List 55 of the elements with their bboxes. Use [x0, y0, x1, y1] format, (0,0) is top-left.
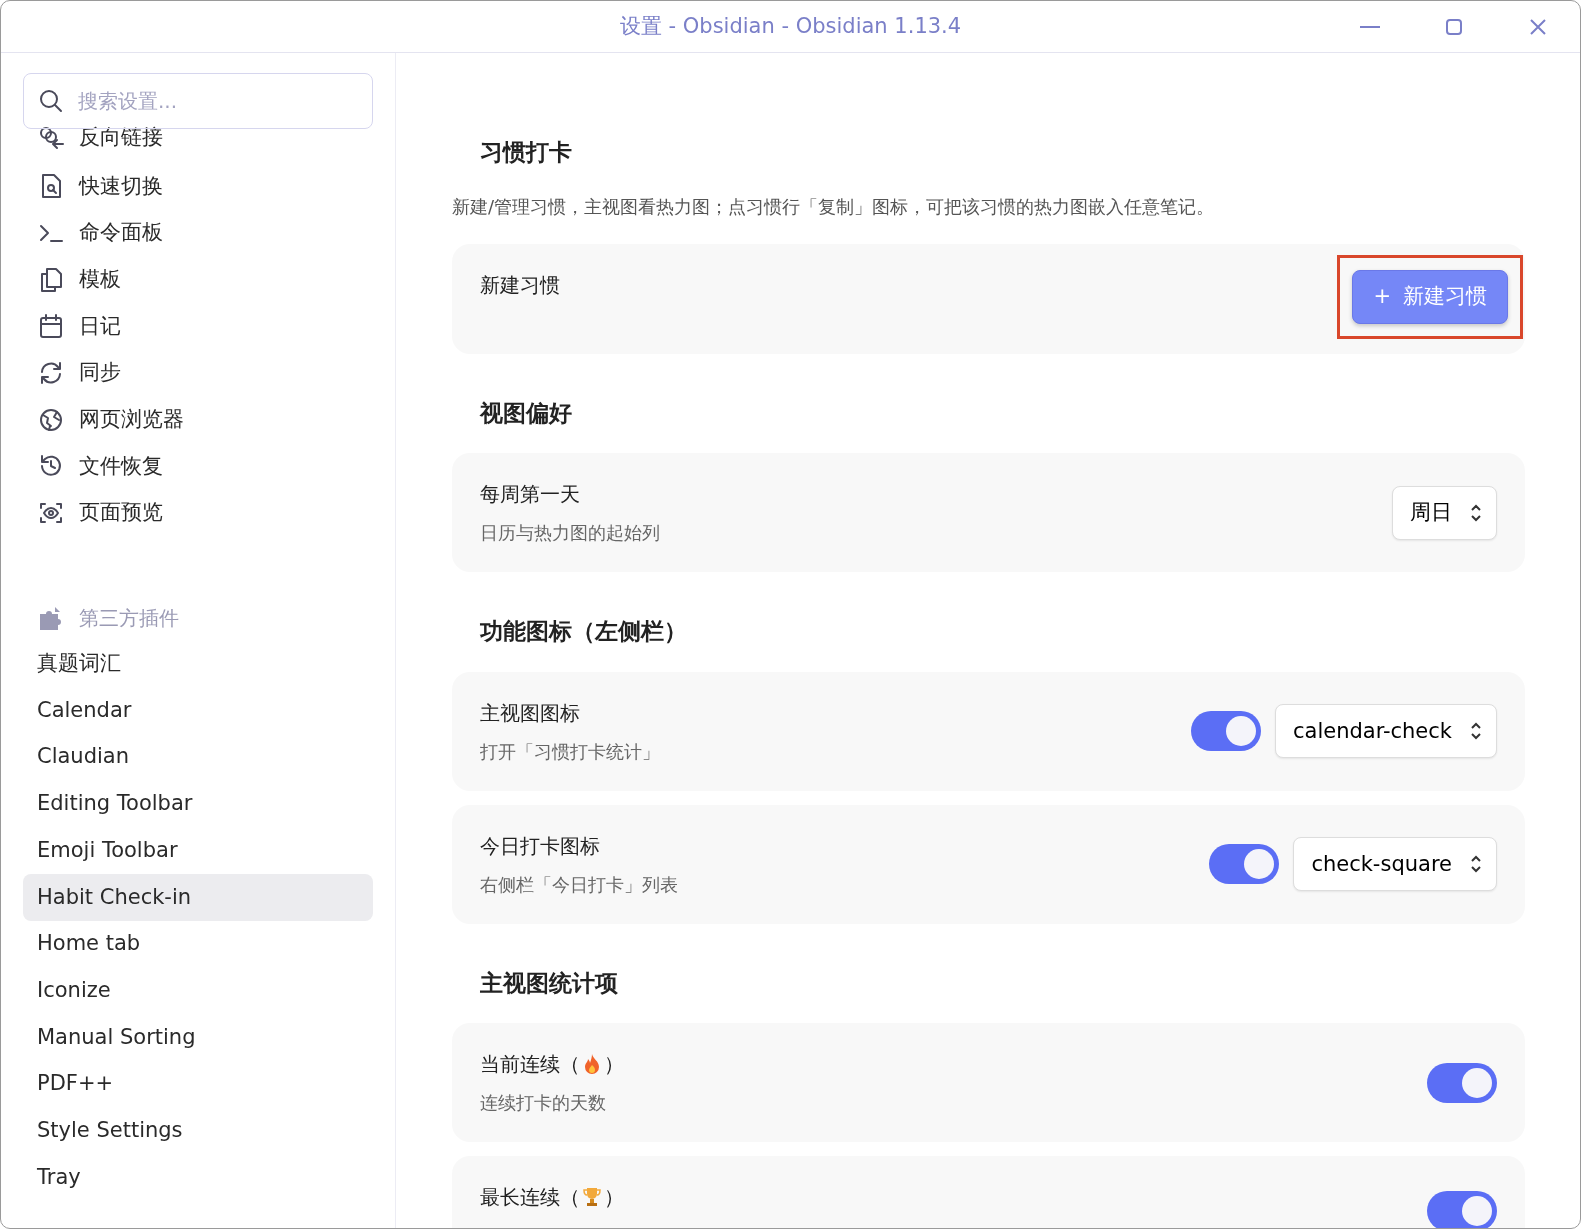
sidebar-item[interactable]: Habit Check-in: [23, 873, 373, 921]
sidebar-item[interactable]: 页面预览: [23, 489, 373, 537]
toggle-switch[interactable]: [1190, 711, 1261, 752]
section-heading: 主视图统计项: [479, 969, 619, 998]
setting-description: 日历与热力图的起始列: [480, 521, 661, 546]
setting-description: 连续打卡的天数: [480, 1091, 607, 1116]
setting-description: 打开「习惯打卡统计」: [480, 739, 661, 764]
sidebar-item[interactable]: Style Settings: [23, 1107, 373, 1155]
dropdown[interactable]: 周日: [1392, 485, 1497, 540]
section-heading: 视图偏好: [478, 399, 573, 428]
toggle-switch[interactable]: [1427, 1062, 1497, 1103]
section-label: 第三方插件: [79, 604, 179, 632]
dropdown[interactable]: calendar-check: [1274, 704, 1497, 759]
setting-name: 今日打卡图标: [480, 832, 601, 860]
setting-name: 新建习惯: [480, 271, 561, 299]
link-icon: [37, 124, 65, 152]
search-icon: [37, 87, 65, 115]
sidebar-item[interactable]: Editing Toolbar: [23, 780, 373, 828]
setting-name: 最长连续（ ）: [480, 1184, 625, 1212]
chevron-icon: [1470, 502, 1482, 523]
sidebar-item[interactable]: Emoji Toolbar: [23, 827, 373, 874]
sidebar-item[interactable]: Manual Sorting: [23, 1014, 373, 1061]
close-icon: [1529, 18, 1547, 36]
setting-description: 右侧栏「今日打卡」列表: [480, 872, 679, 897]
sidebar-item[interactable]: 日记: [23, 303, 373, 350]
dropdown[interactable]: check-square: [1293, 837, 1497, 892]
sidebar-item[interactable]: 真题词汇: [23, 640, 373, 688]
chevron-icon: [1470, 721, 1482, 742]
setting-name: 每周第一天: [480, 481, 581, 509]
sidebar-item[interactable]: 网页浏览器: [23, 396, 373, 444]
sidebar-item[interactable]: 命令面板: [23, 209, 373, 257]
section-description: 新建/管理习惯，主视图看热力图；点习惯行「复制」图标，可把该习惯的热力图嵌入任意笔记。: [452, 194, 1216, 219]
sidebar-item[interactable]: Tray: [23, 1154, 373, 1201]
sidebar-item[interactable]: Claudian: [23, 733, 373, 781]
section-heading: 习惯打卡: [479, 139, 573, 167]
chevron-icon: [1470, 854, 1482, 875]
sidebar-item[interactable]: Calendar: [23, 687, 373, 734]
trophy-icon: [582, 1186, 602, 1209]
sidebar-item[interactable]: 快速切换: [23, 163, 373, 210]
setting-name: 主视图图标: [480, 699, 581, 727]
toggle-switch[interactable]: [1209, 844, 1280, 885]
toggle-switch[interactable]: [1427, 1191, 1497, 1228]
sidebar-item[interactable]: 文件恢复: [23, 443, 373, 490]
flame-icon: [582, 1053, 602, 1076]
minimize-icon: [1360, 25, 1380, 29]
maximize-icon: [1445, 18, 1463, 36]
calendar-icon: [37, 312, 65, 341]
sidebar-item[interactable]: Iconize: [23, 967, 373, 1014]
window-title: 设置 - Obsidian - Obsidian 1.13.4: [619, 12, 962, 40]
sidebar-item[interactable]: 模板: [23, 256, 373, 304]
sidebar-item[interactable]: 同步: [23, 349, 373, 397]
section-heading: 功能图标（左侧栏）: [479, 618, 688, 646]
sidebar-item[interactable]: Home tab: [23, 920, 373, 968]
setting-name: 当前连续（ ）: [480, 1051, 625, 1079]
sidebar-item[interactable]: PDF++: [23, 1060, 373, 1108]
